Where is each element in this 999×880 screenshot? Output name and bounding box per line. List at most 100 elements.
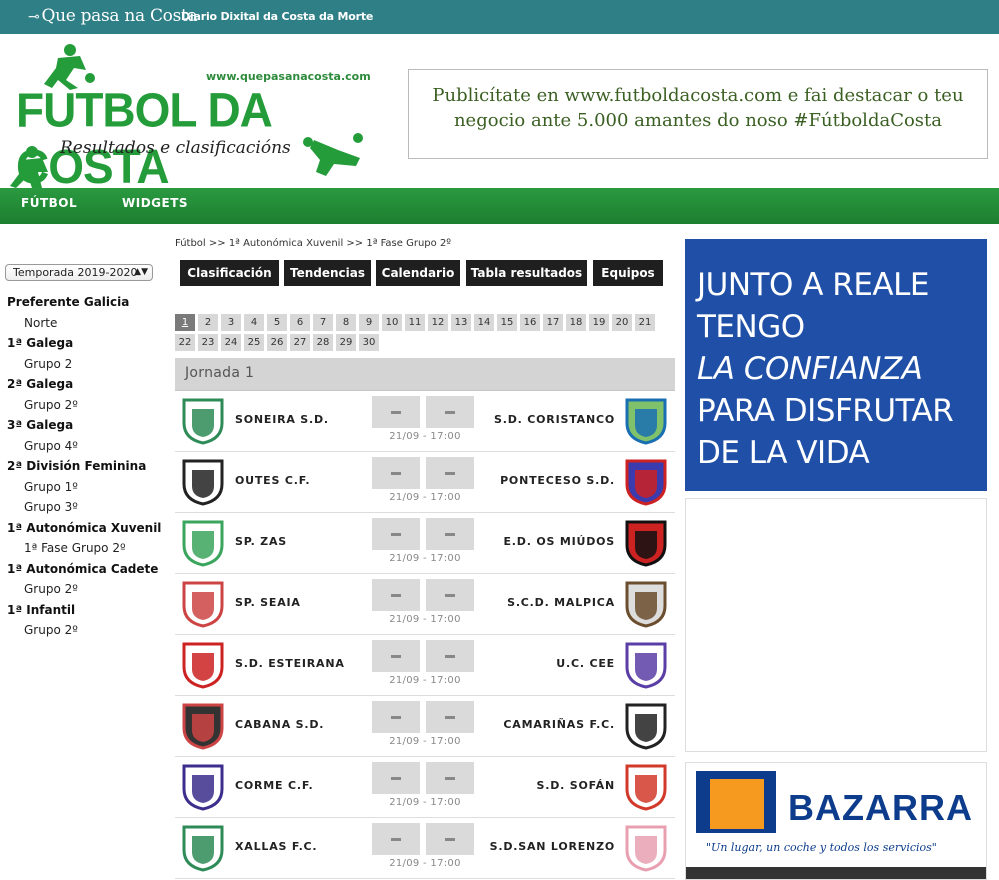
home-score-box[interactable]: [372, 701, 420, 733]
round-link[interactable]: 4: [244, 314, 264, 331]
home-team-name[interactable]: XALLAS F.C.: [235, 840, 317, 853]
home-team-name[interactable]: CABANA S.D.: [235, 718, 324, 731]
away-crest-icon[interactable]: [623, 824, 669, 872]
tab-tabla-resultados[interactable]: Tabla resultados: [466, 260, 587, 286]
home-team-name[interactable]: OUTES C.F.: [235, 474, 310, 487]
away-team-name[interactable]: U.C. CEE: [556, 657, 615, 670]
round-link[interactable]: 7: [313, 314, 333, 331]
round-link[interactable]: 22: [175, 334, 195, 351]
match-row[interactable]: SP. SEAIA 21/09 - 17:00 S.C.D. MALPICA: [175, 574, 675, 635]
round-link[interactable]: 18: [566, 314, 586, 331]
site-brand[interactable]: ⊸ Que pasa na Costa: [28, 6, 198, 26]
home-crest-icon[interactable]: [180, 397, 226, 445]
nav-item-futbol[interactable]: FÚTBOL: [21, 196, 77, 210]
home-score-box[interactable]: [372, 518, 420, 550]
match-row[interactable]: SP. ZAS 21/09 - 17:00 E.D. OS MIÚDOS: [175, 513, 675, 574]
round-link[interactable]: 24: [221, 334, 241, 351]
round-link[interactable]: 15: [497, 314, 517, 331]
away-team-name[interactable]: S.D.SAN LORENZO: [490, 840, 615, 853]
away-score-box[interactable]: [426, 640, 474, 672]
away-crest-icon[interactable]: [623, 519, 669, 567]
away-crest-icon[interactable]: [623, 641, 669, 689]
round-link[interactable]: 11: [405, 314, 425, 331]
away-team-name[interactable]: E.D. OS MIÚDOS: [503, 535, 615, 548]
tab-equipos[interactable]: Equipos: [593, 260, 663, 286]
round-link[interactable]: 21: [635, 314, 655, 331]
home-team-name[interactable]: CORME C.F.: [235, 779, 314, 792]
sidebar-category[interactable]: 2ª Galega: [7, 377, 167, 398]
sidebar-group-link[interactable]: Grupo 2º: [7, 582, 167, 603]
round-link[interactable]: 25: [244, 334, 264, 351]
round-link[interactable]: 1: [175, 314, 195, 331]
reale-ad[interactable]: JUNTO A REALE TENGO LA CONFIANZA PARA DI…: [685, 239, 987, 491]
home-score-box[interactable]: [372, 640, 420, 672]
sidebar-category[interactable]: Preferente Galicia: [7, 295, 167, 316]
home-crest-icon[interactable]: [180, 580, 226, 628]
header-ad-banner[interactable]: Publicítate en www.futboldacosta.com e f…: [408, 69, 988, 159]
home-crest-icon[interactable]: [180, 519, 226, 567]
round-link[interactable]: 20: [612, 314, 632, 331]
round-link[interactable]: 19: [589, 314, 609, 331]
sidebar-group-link[interactable]: Grupo 2º: [7, 623, 167, 644]
round-link[interactable]: 17: [543, 314, 563, 331]
home-crest-icon[interactable]: [180, 763, 226, 811]
sidebar-group-link[interactable]: Grupo 3º: [7, 500, 167, 521]
home-crest-icon[interactable]: [180, 458, 226, 506]
away-score-box[interactable]: [426, 396, 474, 428]
round-link[interactable]: 23: [198, 334, 218, 351]
season-select[interactable]: Temporada 2019-2020 ▲▼: [5, 264, 153, 281]
breadcrumb[interactable]: Fútbol >> 1ª Autonómica Xuvenil >> 1ª Fa…: [175, 238, 451, 249]
match-row[interactable]: SONEIRA S.D. 21/09 - 17:00 S.D. CORISTANCO: [175, 391, 675, 452]
home-score-box[interactable]: [372, 579, 420, 611]
away-score-box[interactable]: [426, 762, 474, 794]
round-link[interactable]: 5: [267, 314, 287, 331]
away-crest-icon[interactable]: [623, 397, 669, 445]
round-link[interactable]: 29: [336, 334, 356, 351]
sidebar-group-link[interactable]: 1ª Fase Grupo 2º: [7, 541, 167, 562]
away-team-name[interactable]: S.D. CORISTANCO: [494, 413, 615, 426]
home-crest-icon[interactable]: [180, 702, 226, 750]
away-crest-icon[interactable]: [623, 763, 669, 811]
away-crest-icon[interactable]: [623, 702, 669, 750]
round-link[interactable]: 28: [313, 334, 333, 351]
round-link[interactable]: 3: [221, 314, 241, 331]
home-score-box[interactable]: [372, 823, 420, 855]
away-score-box[interactable]: [426, 518, 474, 550]
match-row[interactable]: CORME C.F. 21/09 - 17:00 S.D. SOFÁN: [175, 757, 675, 818]
round-link[interactable]: 2: [198, 314, 218, 331]
home-score-box[interactable]: [372, 762, 420, 794]
away-score-box[interactable]: [426, 579, 474, 611]
away-score-box[interactable]: [426, 823, 474, 855]
tab-tendencias[interactable]: Tendencias: [284, 260, 371, 286]
round-link[interactable]: 30: [359, 334, 379, 351]
sidebar-category[interactable]: 1ª Infantil: [7, 603, 167, 624]
away-crest-icon[interactable]: [623, 458, 669, 506]
match-row[interactable]: CABANA S.D. 21/09 - 17:00 CAMARIÑAS F.C.: [175, 696, 675, 757]
sidebar-group-link[interactable]: Grupo 2: [7, 357, 167, 378]
match-row[interactable]: OUTES C.F. 21/09 - 17:00 PONTECESO S.D.: [175, 452, 675, 513]
away-team-name[interactable]: S.C.D. MALPICA: [507, 596, 615, 609]
home-crest-icon[interactable]: [180, 641, 226, 689]
home-team-name[interactable]: SONEIRA S.D.: [235, 413, 329, 426]
home-team-name[interactable]: SP. ZAS: [235, 535, 287, 548]
site-logo[interactable]: www.quepasanacosta.com FUTBOL DA COSTA R…: [8, 40, 371, 194]
round-link[interactable]: 14: [474, 314, 494, 331]
away-team-name[interactable]: PONTECESO S.D.: [500, 474, 615, 487]
sidebar-category[interactable]: 1ª Galega: [7, 336, 167, 357]
home-crest-icon[interactable]: [180, 824, 226, 872]
round-link[interactable]: 13: [451, 314, 471, 331]
round-link[interactable]: 9: [359, 314, 379, 331]
sidebar-group-link[interactable]: Grupo 2º: [7, 398, 167, 419]
home-score-box[interactable]: [372, 396, 420, 428]
away-team-name[interactable]: S.D. SOFÁN: [537, 779, 616, 792]
round-link[interactable]: 16: [520, 314, 540, 331]
round-link[interactable]: 8: [336, 314, 356, 331]
away-score-box[interactable]: [426, 457, 474, 489]
nav-item-widgets[interactable]: WIDGETS: [122, 196, 188, 210]
match-row[interactable]: XALLAS F.C. 21/09 - 17:00 S.D.SAN LORENZO: [175, 818, 675, 879]
sidebar-group-link[interactable]: Grupo 4º: [7, 439, 167, 460]
tab-calendario[interactable]: Calendario: [376, 260, 460, 286]
sidebar-category[interactable]: 3ª Galega: [7, 418, 167, 439]
home-score-box[interactable]: [372, 457, 420, 489]
match-row[interactable]: S.D. ESTEIRANA 21/09 - 17:00 U.C. CEE: [175, 635, 675, 696]
